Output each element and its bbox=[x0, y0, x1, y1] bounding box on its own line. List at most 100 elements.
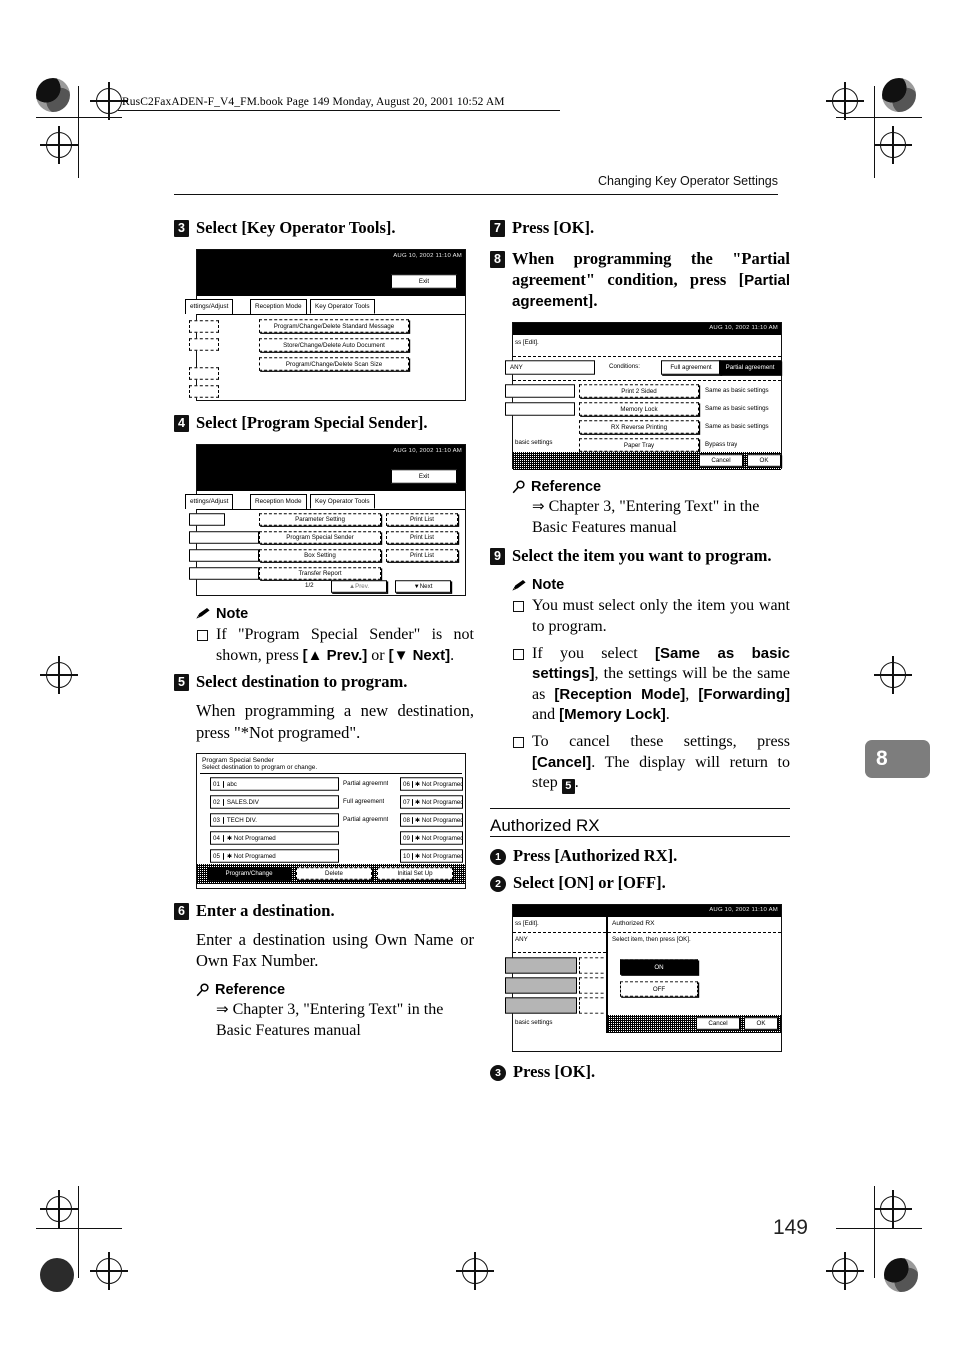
note-item: If "Program Special Sender" is not shown… bbox=[196, 625, 474, 666]
figure5-bg-side-b bbox=[579, 977, 609, 994]
entry-row-08[interactable]: 08 ✱ Not Programed bbox=[400, 813, 463, 827]
lcd-titlebar-4: AUG 10, 2002 11:10 AM bbox=[513, 322, 781, 335]
pencil-icon bbox=[512, 579, 526, 591]
reference-block-1: Reference ⇒ Chapter 3, "Entering Text" i… bbox=[196, 982, 474, 1042]
halftone-mark-bottom-right bbox=[884, 1258, 918, 1292]
step-6-body: Enter a destination using Own Name or Ow… bbox=[196, 929, 474, 971]
step-7: 7 Press [OK]. bbox=[490, 218, 790, 239]
figure5-name-field: ANY bbox=[515, 936, 528, 944]
step-4-title: Select [Program Special Sender]. bbox=[196, 412, 428, 432]
button-print-list-1[interactable]: Print List bbox=[386, 513, 458, 526]
figure4-cut-button-b[interactable] bbox=[505, 402, 575, 416]
footer-button-initial-set-up[interactable]: Initial Set Up bbox=[377, 867, 453, 880]
entry-row-10[interactable]: 10 ✱ Not Programed bbox=[400, 849, 463, 863]
reference-block-2: Reference ⇒ Chapter 3, "Entering Text" i… bbox=[512, 479, 790, 539]
ok-button-5[interactable]: OK bbox=[744, 1017, 778, 1031]
button-transfer-report[interactable]: Transfer Report bbox=[259, 567, 381, 580]
cancel-button-4[interactable]: Cancel bbox=[699, 454, 743, 467]
row-button-rx-reverse-printing[interactable]: RX Reverse Printing bbox=[579, 420, 699, 434]
reference-title-2: Reference bbox=[512, 479, 790, 495]
cancel-button-5[interactable]: Cancel bbox=[696, 1017, 740, 1031]
row-button-print-2-sided[interactable]: Print 2 Sided bbox=[579, 384, 699, 398]
row-button-memory-lock[interactable]: Memory Lock bbox=[579, 402, 699, 416]
button-program-standard-message[interactable]: Program/Change/Delete Standard Message bbox=[259, 319, 409, 333]
entry-row-07[interactable]: 07 ✱ Not Programed bbox=[400, 795, 463, 809]
ok-button-4[interactable]: OK bbox=[747, 454, 781, 467]
option-button-on[interactable]: ON bbox=[620, 959, 698, 975]
tab-settings-adjust-1[interactable]: ettings/Adjust bbox=[185, 298, 234, 314]
figure4-footer-bar: Cancel OK bbox=[513, 451, 781, 470]
figure5-body: ss [Edit]. ANY basic settings Authorized… bbox=[505, 917, 781, 1034]
button-parameter-setting[interactable]: Parameter Setting bbox=[259, 513, 381, 526]
step-8-title-part2: ]. bbox=[587, 290, 598, 310]
note-title-2: Note bbox=[512, 577, 790, 593]
button-program-special-sender[interactable]: Program Special Sender bbox=[259, 531, 381, 544]
tab-reception-mode-1[interactable]: Reception Mode bbox=[250, 298, 307, 314]
row-button-paper-tray[interactable]: Paper Tray bbox=[579, 438, 699, 452]
prev-button-label: Prev. bbox=[355, 583, 370, 590]
cut-off-button-2b[interactable] bbox=[189, 531, 259, 544]
cut-off-button-2a[interactable] bbox=[189, 513, 225, 526]
entry-name-02: SALES.DIV bbox=[226, 798, 259, 806]
tab-key-operator-tools-2[interactable]: Key Operator Tools bbox=[310, 493, 375, 509]
tab-key-operator-tools-1[interactable]: Key Operator Tools bbox=[310, 298, 375, 314]
entry-name-03: TECH DIV. bbox=[226, 816, 257, 824]
next-button[interactable]: ▼ Next bbox=[395, 580, 451, 593]
button-program-scan-size[interactable]: Program/Change/Delete Scan Size bbox=[259, 357, 409, 371]
entry-name-01: abc bbox=[226, 780, 237, 788]
step-9: 9 Select the item you want to program. bbox=[490, 546, 790, 567]
tab-reception-mode-2[interactable]: Reception Mode bbox=[250, 493, 307, 509]
entry-row-09[interactable]: 09 ✱ Not Programed bbox=[400, 831, 463, 845]
crop-line-top-right-h bbox=[836, 117, 922, 119]
figure5-bg-button-c bbox=[505, 997, 577, 1014]
note-item: You must select only the item you want t… bbox=[512, 596, 790, 637]
registration-mark-top-right-a bbox=[826, 82, 864, 120]
button-print-list-2[interactable]: Print List bbox=[386, 531, 458, 544]
note-block-2: Note You must select only the item you w… bbox=[512, 577, 790, 795]
cut-off-button-1d[interactable] bbox=[189, 385, 219, 398]
row-value-paper-tray: Bypass tray bbox=[705, 440, 738, 448]
option-button-off[interactable]: OFF bbox=[620, 981, 698, 997]
step-5: 5 Select destination to program. When pr… bbox=[174, 672, 474, 743]
registration-mark-bottom-right-a bbox=[874, 1190, 912, 1228]
entry-row-05[interactable]: 05 ✱ Not Programed bbox=[210, 849, 339, 863]
figure4-edit-row: ss [Edit]. bbox=[513, 335, 781, 357]
prev-button[interactable]: ▲ Prev. bbox=[331, 580, 387, 593]
figure4-cut-button-a[interactable] bbox=[505, 384, 575, 398]
cut-off-button-1b[interactable] bbox=[189, 338, 219, 351]
reference-title-1: Reference bbox=[196, 982, 474, 998]
condition-button-full-agreement[interactable]: Full agreement bbox=[661, 360, 721, 375]
header-rule bbox=[174, 194, 778, 196]
button-print-list-3[interactable]: Print List bbox=[386, 549, 458, 562]
cut-off-button-2c[interactable] bbox=[189, 549, 259, 562]
reference-arrow-2: ⇒ bbox=[532, 498, 545, 515]
exit-button-1[interactable]: Exit bbox=[391, 274, 457, 289]
lcd-exit-band-2: Exit bbox=[197, 464, 465, 491]
cut-off-button-1c[interactable] bbox=[189, 367, 219, 380]
figure4-name-field[interactable]: ANY bbox=[505, 360, 595, 375]
tab-settings-adjust-2[interactable]: ettings/Adjust bbox=[185, 493, 234, 509]
figure-program-special-sender-list-screen: Program Special Sender Select destinatio… bbox=[196, 752, 466, 889]
cut-off-button-1a[interactable] bbox=[189, 320, 219, 333]
entry-row-06[interactable]: 06 ✱ Not Programed bbox=[400, 777, 463, 791]
entry-row-04[interactable]: 04 ✱ Not Programed bbox=[210, 831, 339, 845]
condition-button-partial-agreement[interactable]: Partial agreement bbox=[719, 360, 781, 375]
entry-name-09: ✱ Not Programed bbox=[414, 834, 463, 842]
step-3-title: Select [Key Operator Tools]. bbox=[196, 218, 396, 237]
button-store-auto-document[interactable]: Store/Change/Delete Auto Document bbox=[259, 338, 409, 352]
row-value-memory-lock: Same as basic settings bbox=[705, 404, 769, 412]
footer-button-program-change[interactable]: Program/Change bbox=[207, 867, 291, 880]
entry-row-03[interactable]: 03 TECH DIV. bbox=[210, 813, 339, 827]
authorized-rx-step-1-text: Press [Authorized RX]. bbox=[513, 846, 678, 866]
cut-off-button-2d[interactable] bbox=[189, 567, 259, 580]
entry-row-02[interactable]: 02 SALES.DIV bbox=[210, 795, 339, 809]
step-marker-6: 6 bbox=[174, 902, 189, 920]
exit-button-2[interactable]: Exit bbox=[391, 469, 457, 484]
figure-authorized-rx-dialog-screen: AUG 10, 2002 11:10 AM ss [Edit]. ANY bas… bbox=[505, 904, 782, 1053]
button-box-setting[interactable]: Box Setting bbox=[259, 549, 381, 562]
entry-row-01[interactable]: 01 abc bbox=[210, 777, 339, 791]
footer-button-delete[interactable]: Delete bbox=[296, 867, 372, 880]
right-column: 7 Press [OK]. 8 When programming the "Pa… bbox=[490, 218, 790, 1089]
running-head: Changing Key Operator Settings bbox=[598, 174, 778, 188]
authorized-rx-step-3-text: Press [OK]. bbox=[513, 1062, 596, 1082]
